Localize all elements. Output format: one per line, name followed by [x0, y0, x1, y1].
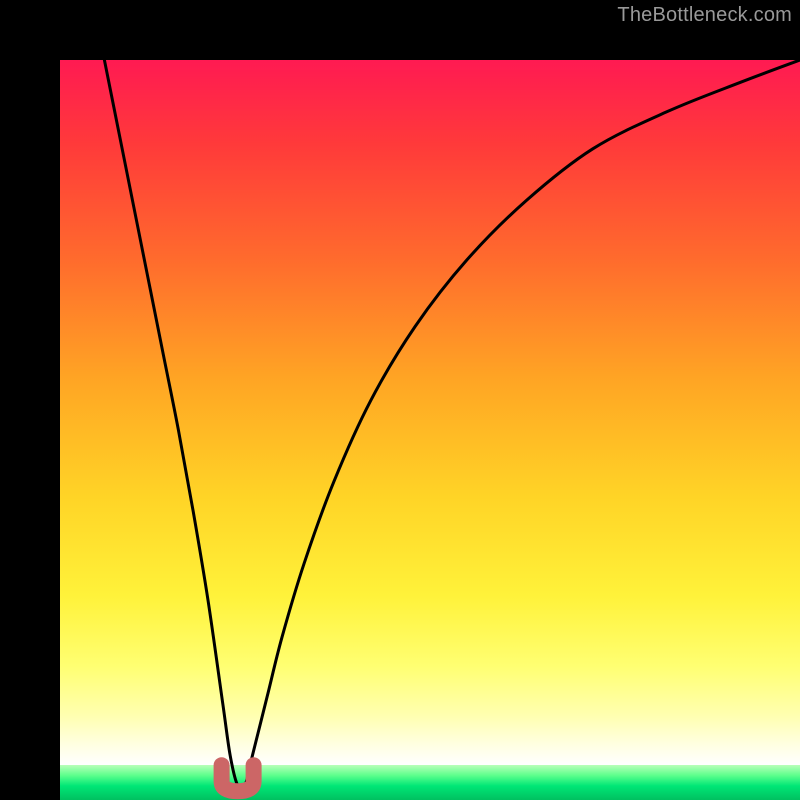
- chart-frame: [0, 0, 800, 800]
- watermark-text: TheBottleneck.com: [617, 4, 792, 27]
- plot-area: [60, 60, 800, 800]
- optimum-marker: [222, 765, 254, 791]
- bottleneck-curve: [104, 60, 800, 789]
- curve-layer: [60, 60, 800, 800]
